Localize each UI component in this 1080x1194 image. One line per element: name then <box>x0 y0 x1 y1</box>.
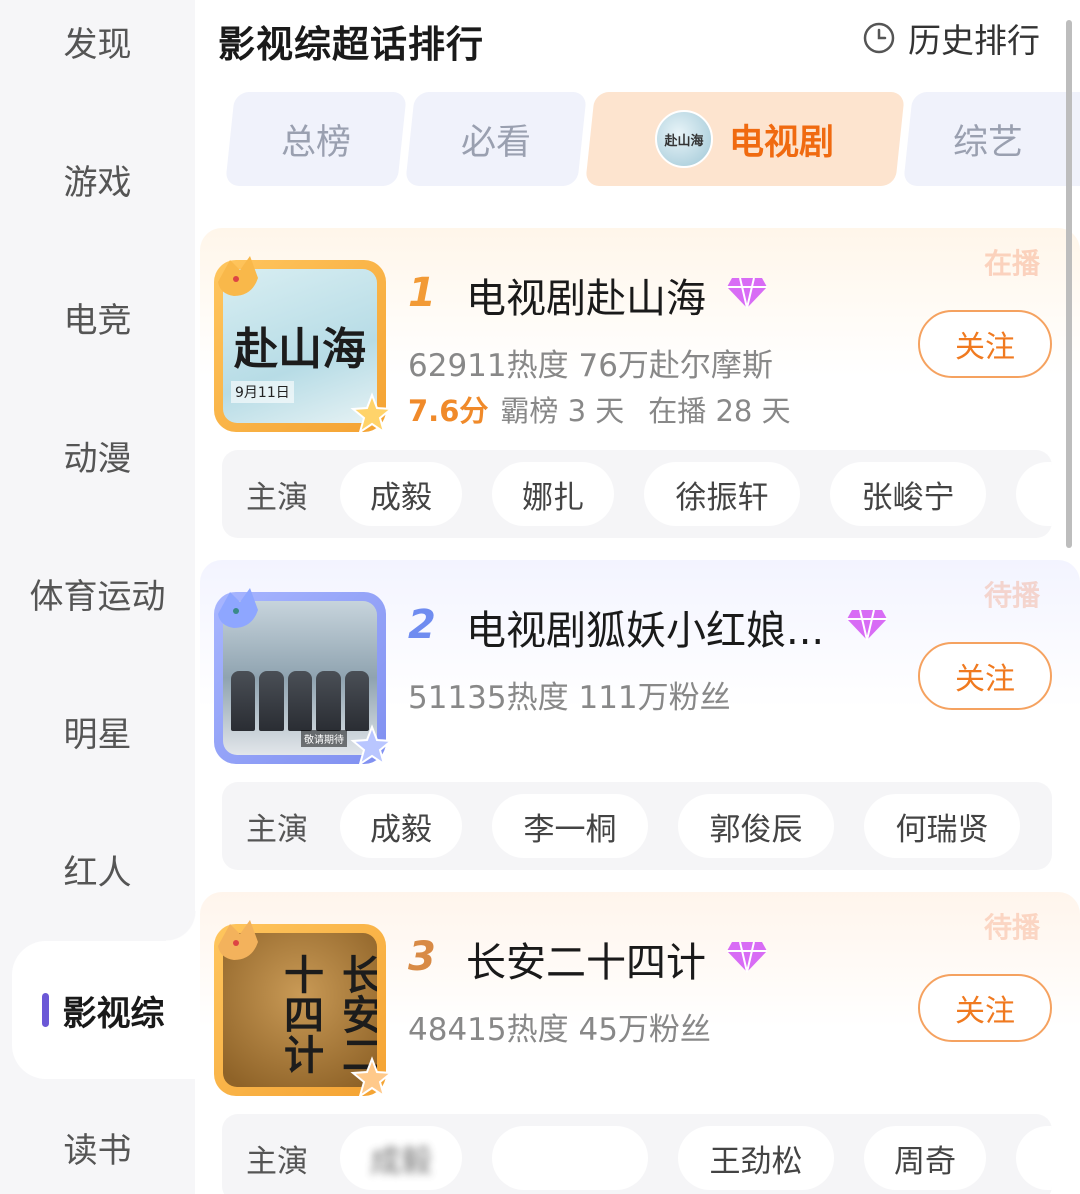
ranking-card-1[interactable]: 在播 赴山海 9月11日 1 电视剧赴山海 62911热度 76万赴尔摩斯 7.… <box>200 228 1080 558</box>
poster-cast-figures <box>231 671 370 731</box>
page: 发现 游戏 电竞 动漫 体育运动 明星 红人 影视综 读书 影视综超话排行 历史… <box>0 0 1080 1194</box>
tab-overall[interactable]: 总榜 <box>225 92 407 186</box>
cast-chip[interactable]: 王劲松 <box>678 1126 834 1190</box>
cast-chip-label: 成毅 <box>370 1143 432 1180</box>
ranking-card-2[interactable]: 待播 敬请期待 2 电视剧狐妖小红娘... 51135热度 111万粉丝 关注 … <box>200 560 1080 890</box>
tab-label: 总榜 <box>280 122 351 163</box>
cast-chip[interactable]: 李一桐 <box>492 794 648 858</box>
tab-logo-text: 赴山海 <box>664 133 704 149</box>
diamond-icon <box>727 277 767 309</box>
sidebar-item-esports[interactable]: 电竞 <box>0 248 195 386</box>
status-badge: 待播 <box>983 579 1040 612</box>
status-badge: 在播 <box>983 247 1040 280</box>
bird-badge-icon <box>218 920 258 960</box>
top-days: 霸榜 3 天 <box>500 394 625 428</box>
category-sidebar: 发现 游戏 电竞 动漫 体育运动 明星 红人 影视综 读书 <box>0 0 196 1194</box>
active-indicator <box>42 993 49 1027</box>
tab-variety[interactable]: 综艺 <box>903 92 1080 186</box>
cast-chip[interactable]: 张峻宁 <box>830 462 986 526</box>
popularity-stats: 62911热度 76万赴尔摩斯 <box>408 348 773 384</box>
airing-days: 在播 28 天 <box>648 394 791 428</box>
poster-date: 9月11日 <box>231 381 294 403</box>
rank-number: 2 <box>408 602 436 648</box>
sidebar-item-sports[interactable]: 体育运动 <box>0 524 195 662</box>
cast-chip[interactable]: … <box>1016 462 1052 526</box>
history-ranking-button[interactable]: 历史排行 <box>862 14 1040 62</box>
sidebar-item-label: 读书 <box>63 1130 132 1171</box>
cast-chip[interactable]: 成毅 <box>340 1126 462 1190</box>
cast-chip[interactable]: 成毅 <box>340 794 462 858</box>
clock-icon <box>863 22 895 54</box>
cast-list: 主演 成毅 李一桐 郭俊辰 何瑞贤 <box>222 782 1052 870</box>
cast-chip[interactable]: 娜扎 <box>492 462 614 526</box>
cast-chip[interactable]: 郭俊辰 <box>678 794 834 858</box>
cast-label: 主演 <box>246 812 308 848</box>
rank-number: 3 <box>408 934 436 980</box>
star-icon <box>350 724 394 767</box>
sidebar-item-discover[interactable]: 发现 <box>0 0 195 110</box>
cast-label: 主演 <box>246 480 308 516</box>
sidebar-item-label: 游戏 <box>63 162 132 203</box>
tv-series-logo-icon: 赴山海 <box>655 110 714 168</box>
history-ranking-label: 历史排行 <box>908 21 1040 60</box>
cast-chip[interactable]: 周奇 <box>864 1126 986 1190</box>
tab-label: 综艺 <box>952 122 1023 163</box>
status-badge: 待播 <box>983 911 1040 944</box>
follow-button[interactable]: 关注 <box>918 310 1052 378</box>
sidebar-item-film-tv-variety[interactable]: 影视综 <box>12 911 196 1079</box>
poster-title: 赴山海 <box>234 324 366 375</box>
cast-chip[interactable]: 成毅 <box>340 462 462 526</box>
tab-must-watch[interactable]: 必看 <box>405 92 587 186</box>
diamond-icon <box>847 609 887 641</box>
tab-tv-series[interactable]: 赴山海 电视剧 <box>585 92 905 186</box>
sidebar-item-reading[interactable]: 读书 <box>0 1078 195 1194</box>
sidebar-item-label: 明星 <box>63 714 132 755</box>
show-title[interactable]: 电视剧狐妖小红娘... <box>466 598 824 656</box>
bird-badge-icon <box>218 588 258 628</box>
follow-button[interactable]: 关注 <box>918 642 1052 710</box>
cast-list: 主演 成毅 王劲松 周奇 … <box>222 1114 1052 1194</box>
sidebar-item-label: 影视综 <box>62 993 165 1034</box>
page-title: 影视综超话排行 <box>218 23 484 66</box>
tab-label: 电视剧 <box>729 122 835 163</box>
poster-badge: 敬请期待 <box>301 730 347 747</box>
sidebar-item-label: 动漫 <box>63 438 132 479</box>
sidebar-item-anime[interactable]: 动漫 <box>0 386 195 524</box>
diamond-icon <box>727 941 767 973</box>
cast-chip[interactable]: 徐振轩 <box>644 462 800 526</box>
show-title[interactable]: 电视剧赴山海 <box>466 266 706 324</box>
star-icon <box>350 1056 394 1099</box>
cast-chip[interactable] <box>492 1126 648 1190</box>
sidebar-item-stars[interactable]: 明星 <box>0 662 195 800</box>
rating-score: 7.6分 <box>408 394 489 428</box>
sidebar-item-label: 发现 <box>63 24 132 65</box>
follow-button[interactable]: 关注 <box>918 974 1052 1042</box>
sidebar-item-label: 电竞 <box>63 300 132 341</box>
cast-label: 主演 <box>246 1144 308 1180</box>
cast-list: 主演 成毅 娜扎 徐振轩 张峻宁 … <box>222 450 1052 538</box>
sidebar-item-label: 红人 <box>63 852 132 893</box>
sidebar-item-games[interactable]: 游戏 <box>0 110 195 248</box>
tab-label: 必看 <box>460 122 531 163</box>
poster-frame[interactable]: 赴山海 9月11日 <box>214 256 394 435</box>
sidebar-item-label: 体育运动 <box>29 576 166 617</box>
poster-frame[interactable]: 长安二十四计 <box>214 920 394 1099</box>
show-meta: 7.6分 霸榜 3 天在播 28 天 <box>408 388 791 430</box>
cast-chip[interactable]: … <box>1016 1126 1052 1190</box>
cast-chip[interactable]: 何瑞贤 <box>864 794 1020 858</box>
ranking-card-3[interactable]: 待播 长安二十四计 3 长安二十四计 48415热度 45万粉丝 关注 主演 成… <box>200 892 1080 1194</box>
show-title[interactable]: 长安二十四计 <box>466 930 706 988</box>
popularity-stats: 51135热度 111万粉丝 <box>408 680 731 716</box>
rank-number: 1 <box>408 270 436 316</box>
star-icon <box>350 392 394 435</box>
ranking-tabs: 总榜 必看 赴山海 电视剧 综艺 <box>225 92 1080 186</box>
bird-badge-icon <box>218 256 258 296</box>
poster-frame[interactable]: 敬请期待 <box>214 588 394 767</box>
popularity-stats: 48415热度 45万粉丝 <box>408 1012 711 1048</box>
scrollbar[interactable] <box>1066 20 1072 548</box>
